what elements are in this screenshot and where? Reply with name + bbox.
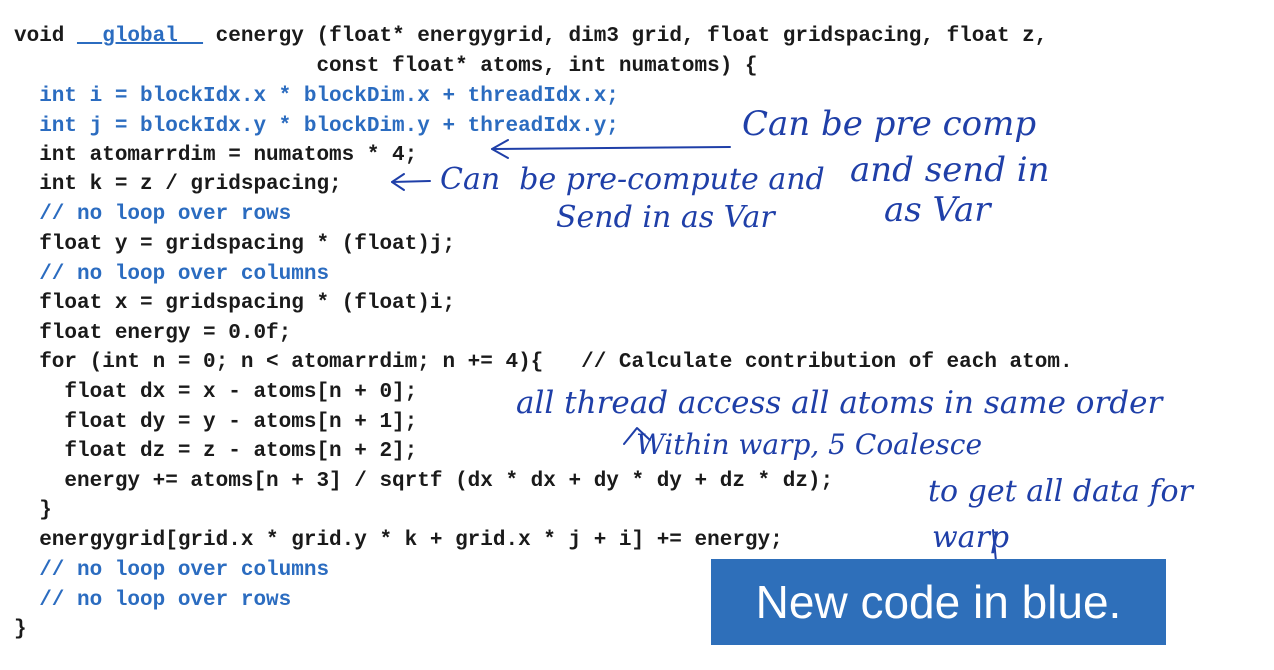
new-code-badge: New code in blue.	[711, 559, 1166, 645]
note-thread-access: all thread access all atoms in same orde…	[516, 385, 1163, 421]
arrow-to-k-line	[391, 180, 431, 183]
note-get-all-data: to get all data for	[928, 474, 1193, 509]
note-as-var-top: as Var	[884, 190, 991, 230]
arrow-to-thread-index-line	[491, 146, 731, 150]
note-within-warp: Within warp, 5 Coalesce	[636, 428, 983, 461]
note-precompute-k: Can be pre-compute and	[440, 162, 825, 197]
note-warp: warp	[932, 520, 1010, 555]
note-precompute-top: Can be pre comp	[742, 104, 1037, 144]
note-send-in-k: Send in as Var	[556, 200, 775, 235]
note-send-in-top: and send in	[850, 150, 1050, 190]
